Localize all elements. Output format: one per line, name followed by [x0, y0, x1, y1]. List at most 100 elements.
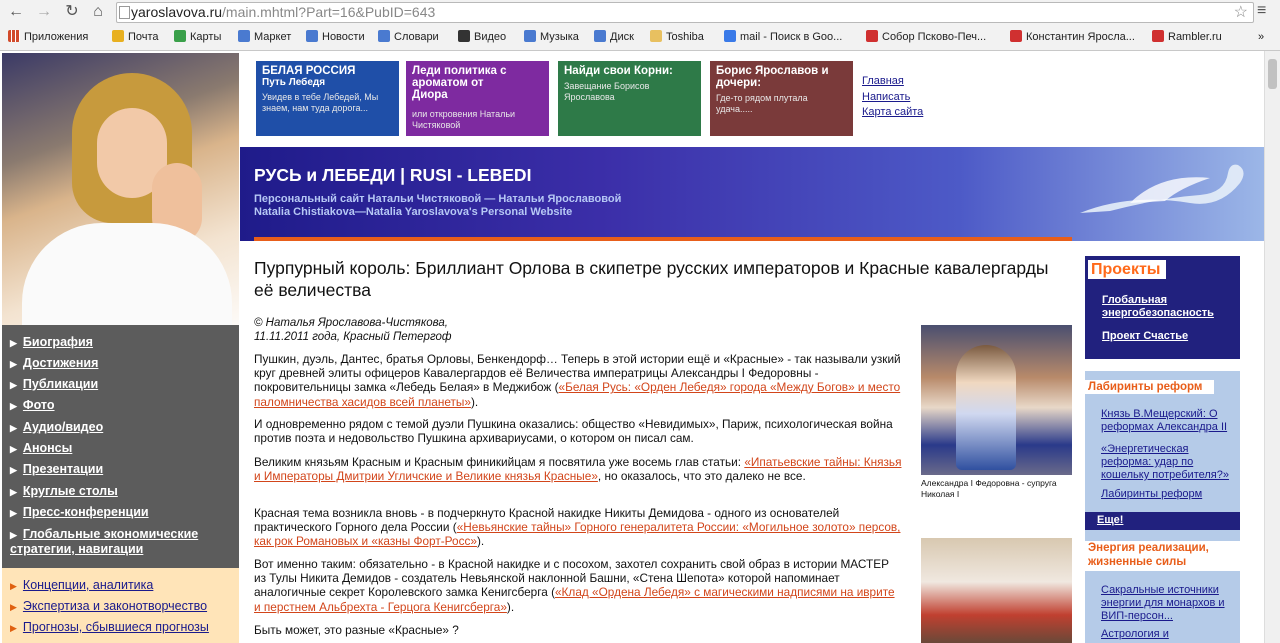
- bookmark-market[interactable]: Маркет: [238, 30, 291, 44]
- page-icon: [119, 6, 130, 19]
- swan-logo-icon: [1080, 164, 1244, 213]
- projects-title: Проекты: [1088, 260, 1167, 279]
- arrow-right-icon: ▶: [10, 602, 17, 612]
- nav-press-conferences[interactable]: ▶ Пресс-конференции: [10, 505, 149, 520]
- projects-box: Проекты Глобальная энергобезопасность Пр…: [1085, 256, 1240, 359]
- article-paragraph-4: Красная тема возникла вновь - в подчеркн…: [254, 506, 901, 549]
- forward-icon[interactable]: →: [34, 3, 54, 21]
- article-paragraph-6: Быть может, это разные «Красные» ?: [254, 623, 459, 637]
- google-icon: [724, 30, 736, 42]
- nav-publications[interactable]: ▶ Публикации: [10, 377, 98, 392]
- bookmarks-bar: Приложения Почта Карты Маркет Новости Сл…: [0, 26, 1280, 48]
- author-portrait: [2, 53, 239, 343]
- link-write[interactable]: Написать: [862, 90, 923, 106]
- url-text[interactable]: yaroslavova.ru/main.mhtml?Part=16&PubID=…: [131, 4, 435, 20]
- arrow-right-icon: ▶: [10, 359, 17, 369]
- disk-icon: [594, 30, 606, 42]
- reform-link-meshchersky[interactable]: Князь В.Мещерский: О реформах Александра…: [1101, 408, 1236, 434]
- apps-icon: [8, 30, 20, 42]
- bookmark-dictionaries[interactable]: Словари: [378, 30, 439, 44]
- nav-round-tables[interactable]: ▶ Круглые столы: [10, 484, 118, 499]
- article-paragraph-2: И одновременно рядом с темой дуэли Пушки…: [254, 417, 893, 446]
- yandex-icon: [866, 30, 878, 42]
- bookmark-apps[interactable]: Приложения: [8, 30, 88, 44]
- project-energy-security[interactable]: Глобальная энергобезопасность: [1102, 294, 1237, 320]
- menu-icon[interactable]: ≡: [1257, 2, 1266, 20]
- back-icon[interactable]: ←: [6, 3, 26, 21]
- link-home[interactable]: Главная: [862, 74, 923, 90]
- arrow-right-icon: ▶: [10, 581, 17, 591]
- arrow-right-icon: ▶: [10, 465, 17, 475]
- energy-link-sacred-sources[interactable]: Сакральные источники энергии для монархо…: [1101, 584, 1236, 623]
- music-icon: [524, 30, 536, 42]
- site-title: РУСЬ и ЛЕБЕДИ | RUSI - LEBEDI: [254, 165, 532, 185]
- reload-icon[interactable]: ↻: [62, 3, 82, 21]
- nav-global-strategies[interactable]: ▶ Глобальные экономические стратегии, нав…: [10, 527, 225, 556]
- site-subtitle-en: Natalia Chistiakova—Natalia Yaroslavova'…: [254, 206, 573, 218]
- bookmark-mail[interactable]: Почта: [112, 30, 159, 44]
- banner-white-russia[interactable]: БЕЛАЯ РОССИЯ Путь Лебедя Увидев в тебе Л…: [256, 61, 399, 136]
- bookmark-video[interactable]: Видео: [458, 30, 506, 44]
- nav-presentations[interactable]: ▶ Презентации: [10, 462, 103, 477]
- banner-boris-yaroslavov[interactable]: Борис Ярославов и дочери: Где-то рядом п…: [710, 61, 853, 136]
- energy-title: Энергия реализации, жизненные силы: [1085, 541, 1240, 571]
- bookmark-toshiba[interactable]: Toshiba: [650, 30, 704, 44]
- arrow-right-icon: ▶: [10, 444, 17, 454]
- reform-link-energy[interactable]: «Энергетическая реформа: удар по кошельк…: [1101, 443, 1236, 482]
- nav-forecasts[interactable]: ▶ Прогнозы, сбывшиеся прогнозы: [10, 620, 209, 634]
- header-divider: [254, 237, 1072, 241]
- arrow-right-icon: ▶: [10, 423, 17, 433]
- site-header: РУСЬ и ЛЕБЕДИ | RUSI - LEBEDI Персональн…: [240, 147, 1264, 241]
- nav-concepts[interactable]: ▶ Концепции, аналитика: [10, 578, 153, 592]
- article-title: Пурпурный король: Бриллиант Орлова в ски…: [254, 258, 1049, 300]
- article-paragraph-3: Великим князьям Красным и Красным финики…: [254, 455, 902, 484]
- energy-link-astrology[interactable]: Астрология и: [1101, 628, 1236, 641]
- site-subtitle-ru: Персональный сайт Натальи Чистяковой — Н…: [254, 193, 622, 205]
- article-paragraph-5: Вот именно таким: обязательно - в Красно…: [254, 557, 895, 614]
- bookmark-rambler[interactable]: Rambler.ru: [1152, 30, 1222, 44]
- nav-achievements[interactable]: ▶ Достижения: [10, 356, 98, 371]
- energy-box: Энергия реализации, жизненные силы Сакра…: [1085, 534, 1240, 643]
- arrow-right-icon: ▶: [10, 623, 17, 633]
- article-byline: © Наталья Ярославова-Чистякова, 11.11.20…: [254, 317, 452, 343]
- yandex-icon: [1152, 30, 1164, 42]
- bookmark-maps[interactable]: Карты: [174, 30, 221, 44]
- nav-photo[interactable]: ▶ Фото: [10, 398, 55, 413]
- bookmark-google[interactable]: mail - Поиск в Goo...: [724, 30, 842, 44]
- maps-icon: [174, 30, 186, 42]
- page-scrollbar[interactable]: [1264, 51, 1280, 643]
- nav-expertise[interactable]: ▶ Экспертиза и законотворчество: [10, 599, 207, 613]
- more-link[interactable]: Еще!: [1097, 514, 1123, 526]
- project-happiness[interactable]: Проект Счастье: [1102, 330, 1237, 343]
- arrow-right-icon: ▶: [10, 508, 17, 518]
- reform-link-labyrinths[interactable]: Лабиринты реформ: [1101, 488, 1236, 501]
- news-icon: [306, 30, 318, 42]
- folder-icon: [650, 30, 662, 42]
- empress-portrait-image: [921, 325, 1072, 475]
- more-bar: Еще!: [1085, 512, 1240, 530]
- top-links: Главная Написать Карта сайта: [862, 74, 923, 121]
- nav-biography[interactable]: ▶ Биография: [10, 335, 93, 350]
- left-nav-secondary: ▶ Концепции, аналитика ▶ Экспертиза и зако…: [2, 568, 239, 643]
- banner-find-roots[interactable]: Найди свои Корни: Завещание Борисов Ярос…: [558, 61, 701, 136]
- nav-announcements[interactable]: ▶ Анонсы: [10, 441, 72, 456]
- bookmark-news[interactable]: Новости: [306, 30, 365, 44]
- image-caption: Александра I Федоровна - супруга Николая…: [921, 478, 1057, 499]
- arrow-right-icon: ▶: [10, 401, 17, 411]
- web-page: ▶ Биография ▶ Достижения ▶ Публикации ▶ Фото…: [0, 51, 1264, 643]
- arrow-right-icon: ▶: [10, 338, 17, 348]
- bookmark-konstantin[interactable]: Константин Яросла...: [1010, 30, 1135, 44]
- address-row: ← → ↻ ⌂ yaroslavova.ru/main.mhtml?Part=1…: [0, 0, 1280, 25]
- bookmark-music[interactable]: Музыка: [524, 30, 579, 44]
- bookmark-star-icon[interactable]: ☆: [1234, 2, 1248, 22]
- banner-lady-politics[interactable]: Леди политика с ароматом от Диора или от…: [406, 61, 549, 136]
- link-sitemap[interactable]: Карта сайта: [862, 105, 923, 121]
- scroll-thumb[interactable]: [1268, 59, 1277, 89]
- bookmark-disk[interactable]: Диск: [594, 30, 634, 44]
- address-bar[interactable]: yaroslavova.ru/main.mhtml?Part=16&PubID=…: [116, 2, 1254, 23]
- nav-audio-video[interactable]: ▶ Аудио/видео: [10, 420, 103, 435]
- arrow-right-icon: ▶: [10, 487, 17, 497]
- bookmark-sobor[interactable]: Собор Псково-Печ...: [866, 30, 986, 44]
- home-icon[interactable]: ⌂: [88, 3, 108, 21]
- bookmarks-more[interactable]: »: [1258, 30, 1264, 44]
